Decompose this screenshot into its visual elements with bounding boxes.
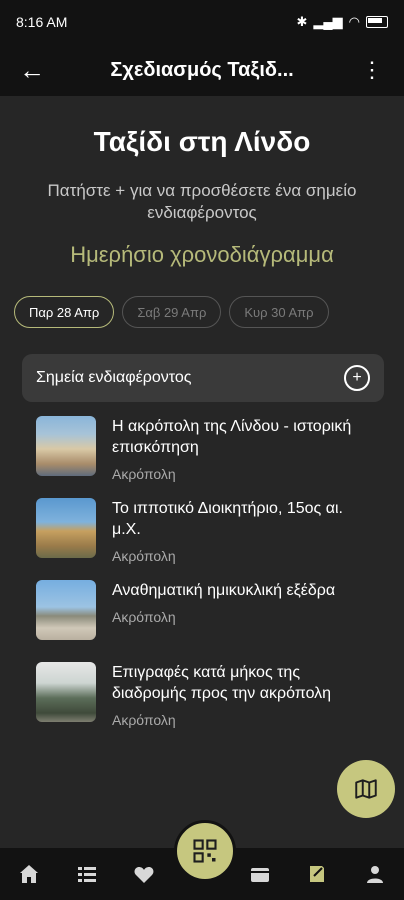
app-title: Σχεδιασμός Ταξιδ... — [110, 58, 294, 81]
app-bar: ← Σχεδιασμός Ταξιδ... ⋮ — [0, 44, 404, 96]
ticket-icon — [250, 868, 269, 882]
poi-thumbnail — [36, 498, 96, 558]
more-options-button[interactable]: ⋮ — [352, 50, 392, 90]
more-vertical-icon: ⋮ — [361, 57, 383, 82]
main-content: Ταξίδι στη Λίνδο Πατήστε + για να προσθέ… — [0, 96, 404, 848]
status-time: 8:16 AM — [16, 14, 68, 30]
heart-icon — [134, 867, 154, 883]
back-button[interactable]: ← — [12, 50, 52, 90]
add-poi-button[interactable]: + — [344, 365, 370, 391]
arrow-left-icon: ← — [19, 54, 45, 85]
day-chips: Παρ 28 Απρ Σαβ 29 Απρ Κυρ 30 Απρ — [14, 296, 329, 328]
poi-section-header: Σημεία ενδιαφέροντος + — [22, 354, 384, 402]
add-poi-hint: Πατήστε + για να προσθέσετε ένα σημείο ε… — [47, 181, 357, 222]
poi-subtitle: Ακρόπολη — [112, 712, 176, 728]
poi-title: Η ακρόπολη της Λίνδου - ιστορική επισκόπ… — [112, 418, 352, 456]
list-item[interactable]: Η ακρόπολη της Λίνδου - ιστορική επισκόπ… — [36, 416, 376, 482]
list-item[interactable]: Το ιπποτικό Διοικητήριο, 15ος αι. μ.Χ. Α… — [36, 498, 376, 564]
plus-circle-icon: + — [352, 369, 362, 386]
day-chip-3[interactable]: Κυρ 30 Απρ — [229, 296, 329, 328]
nav-list[interactable] — [67, 854, 107, 894]
nav-planner[interactable] — [297, 854, 337, 894]
list-item[interactable]: Αναθηματική ημικυκλική εξέδρα Ακρόπολη — [36, 580, 376, 642]
nav-favorites[interactable] — [124, 854, 164, 894]
profile-icon — [367, 866, 384, 883]
nav-tickets[interactable] — [240, 854, 280, 894]
day-chip-2[interactable]: Σαβ 29 Απρ — [122, 296, 222, 328]
list-icon — [77, 867, 96, 882]
status-bar: 8:16 AM ✱ ▂▄▆ ◠ — [0, 0, 404, 44]
home-icon — [19, 865, 38, 883]
poi-thumbnail — [36, 662, 96, 722]
signal-icon: ▂▄▆ — [313, 14, 343, 29]
poi-subtitle: Ακρόπολη — [112, 548, 176, 564]
poi-subtitle: Ακρόπολη — [112, 609, 176, 625]
schedule-title: Ημερήσιο χρονοδιάγραμμα — [70, 242, 334, 267]
nav-home[interactable] — [9, 854, 49, 894]
status-icons: ✱ ▂▄▆ ◠ — [297, 14, 388, 30]
qr-icon — [193, 839, 217, 863]
map-icon — [355, 779, 377, 799]
poi-title: Αναθηματική ημικυκλική εξέδρα — [112, 582, 336, 599]
poi-list: Η ακρόπολη της Λίνδου - ιστορική επισκόπ… — [36, 416, 376, 744]
qr-scan-button[interactable] — [174, 820, 236, 882]
nav-profile[interactable] — [355, 854, 395, 894]
poi-thumbnail — [36, 416, 96, 476]
poi-thumbnail — [36, 580, 96, 640]
poi-subtitle: Ακρόπολη — [112, 466, 176, 482]
notebook-icon — [310, 866, 325, 882]
trip-title: Ταξίδι στη Λίνδο — [93, 126, 311, 157]
poi-section-label: Σημεία ενδιαφέροντος — [36, 369, 192, 386]
poi-title: Επιγραφές κατά μήκος της διαδρομής προς … — [112, 664, 332, 702]
battery-icon — [366, 16, 388, 28]
bluetooth-icon: ✱ — [296, 14, 308, 29]
map-button[interactable] — [337, 760, 395, 818]
list-item[interactable]: Επιγραφές κατά μήκος της διαδρομής προς … — [36, 662, 376, 728]
wifi-icon: ◠ — [348, 14, 360, 29]
day-chip-1[interactable]: Παρ 28 Απρ — [14, 296, 115, 328]
poi-title: Το ιπποτικό Διοικητήριο, 15ος αι. μ.Χ. — [112, 500, 343, 538]
